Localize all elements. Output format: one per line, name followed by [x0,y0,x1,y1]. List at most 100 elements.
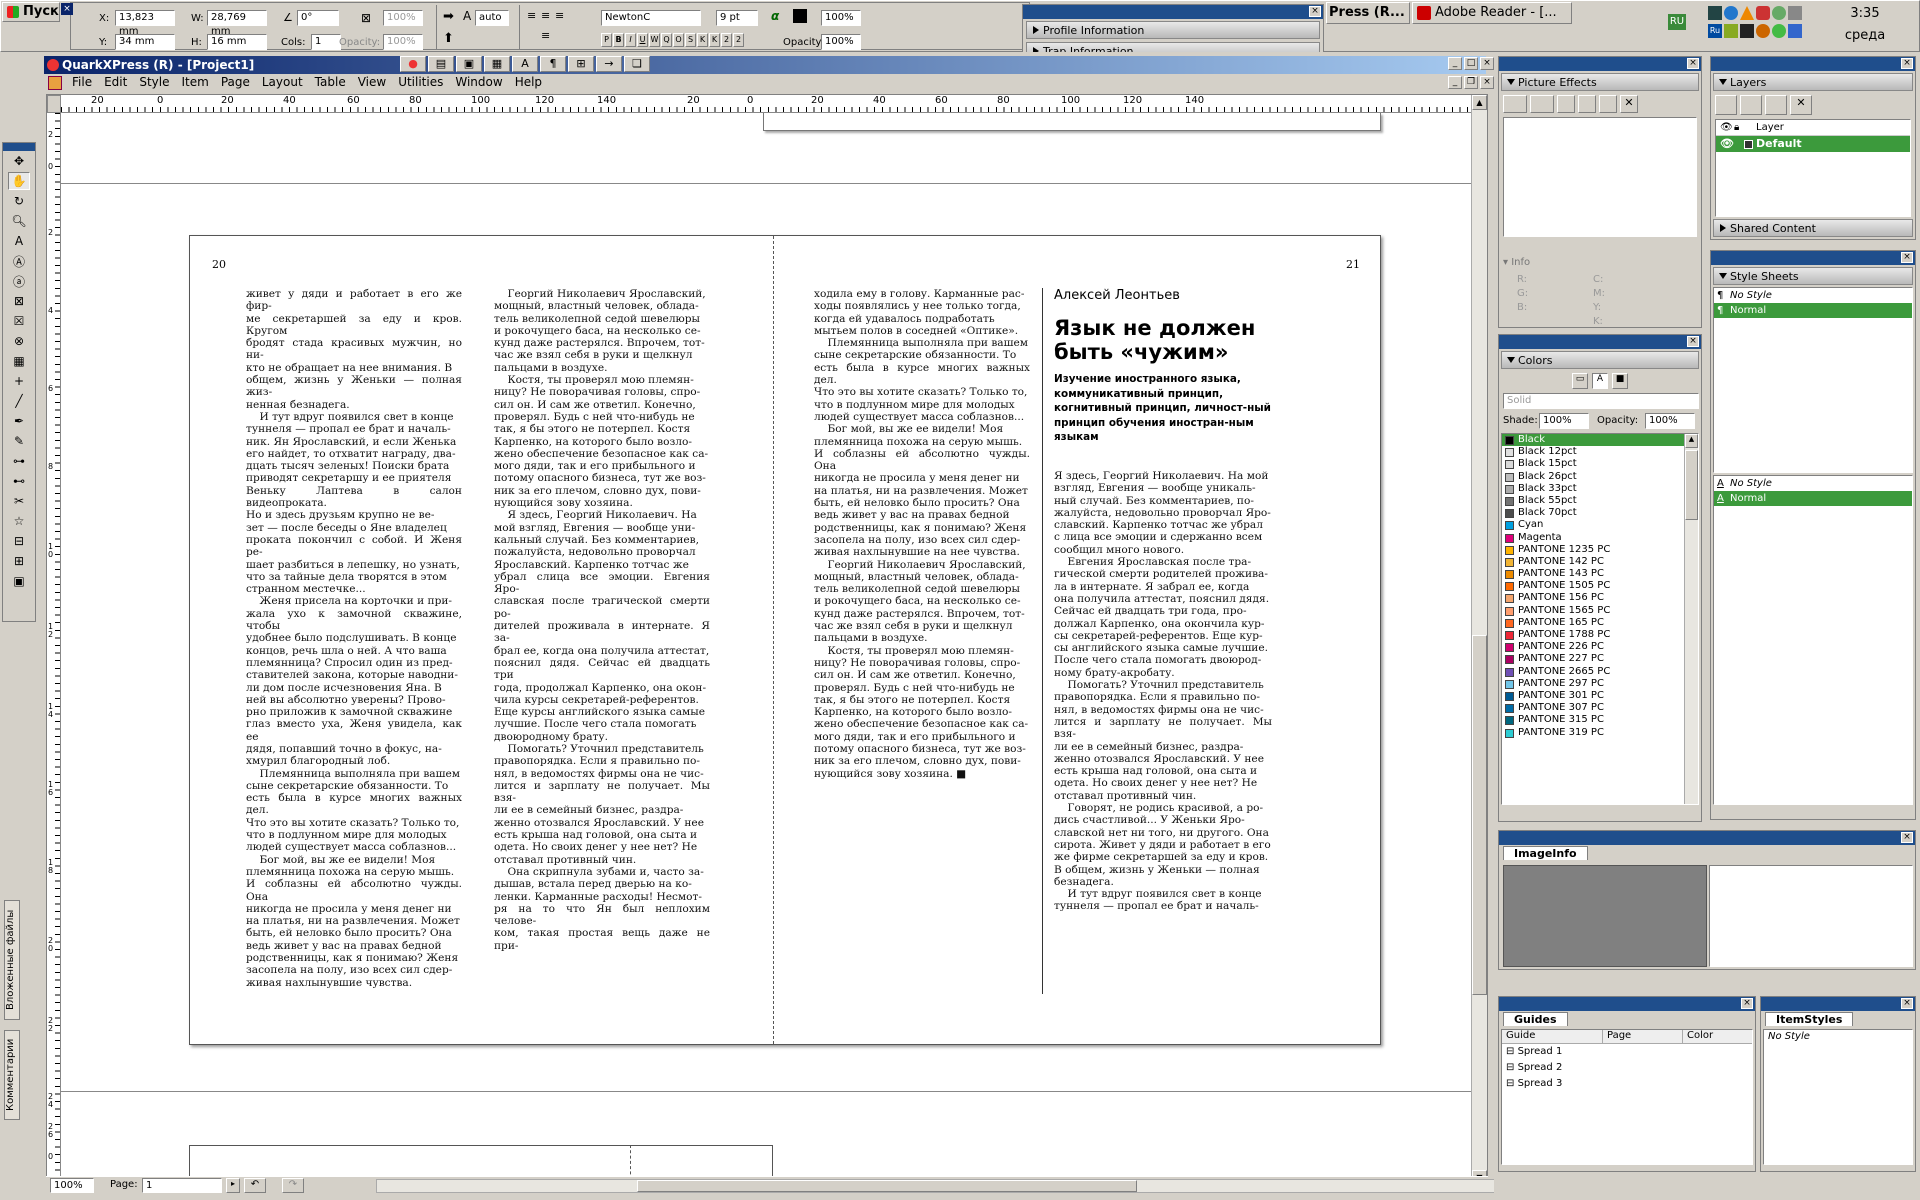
style-row-selected[interactable]: ¶ Normal [1714,303,1912,318]
bezier-tool-icon[interactable]: ✒ [8,412,30,430]
style-word-underline-button[interactable]: W [649,33,660,47]
tray-icon[interactable] [1724,6,1738,20]
align-left-icon[interactable]: ≡ [527,9,536,22]
style-shadow-button[interactable]: S [685,33,696,47]
visible-icon[interactable]: 👁︎ [1720,136,1734,152]
redo-icon[interactable]: ↷ [282,1178,304,1193]
color-row[interactable]: PANTONE 307 PC [1502,702,1698,714]
tray-icon[interactable] [1724,24,1738,38]
color-row[interactable]: Black 12pct [1502,446,1698,458]
tray-icon[interactable] [1708,6,1722,20]
menu-item[interactable]: Item [175,74,214,92]
scroll-up-button[interactable]: ▲ [1472,95,1487,110]
color-row[interactable]: PANTONE 1505 PC [1502,580,1698,592]
undo-icon[interactable]: ↶ [244,1178,266,1193]
pan-tool-icon[interactable]: ⊞ [8,552,30,570]
close-icon[interactable]: × [1687,58,1699,69]
color-row[interactable]: Black 55pct [1502,495,1698,507]
effect-icon[interactable] [1503,95,1527,113]
text-column-right-2[interactable]: Я здесь, Георгий Николаевич. На мой взгл… [1054,470,1272,913]
style-plain-button[interactable]: P [601,33,612,47]
image-tool-icon[interactable]: ▣ [8,572,30,590]
style-outline-button[interactable]: O [673,33,684,47]
style-superscript-button[interactable]: 2 [721,33,732,47]
cols-field[interactable]: 1 [311,34,341,50]
tray-lang-icon[interactable]: Ru [1708,24,1722,38]
imageinfo-tab[interactable]: ImageInfo [1503,846,1588,860]
color-row[interactable]: PANTONE 315 PC [1502,714,1698,726]
style-subscript-button[interactable]: 2 [733,33,744,47]
paragraph-icon[interactable]: ¶ [540,56,566,72]
scroll-up-button[interactable]: ▲ [1685,434,1698,448]
colors-list[interactable]: Black Black 12pct Black 15pct Black 26pct Bl… [1501,433,1699,805]
color-row[interactable]: PANTONE 165 PC [1502,617,1698,629]
color-row[interactable]: PANTONE 2665 PC [1502,666,1698,678]
menu-window[interactable]: Window [449,74,508,92]
menu-utilities[interactable]: Utilities [392,74,449,92]
horizontal-scroll-thumb[interactable] [637,1180,1137,1192]
close-icon[interactable]: × [1901,252,1913,263]
color-mode-select[interactable]: Solid [1503,393,1699,409]
text-column-left-1[interactable]: живет у дяди и работает в его же фир- ме… [246,288,462,989]
char-style-row[interactable]: A No Style [1714,476,1912,491]
scroll-thumb[interactable] [1472,635,1487,995]
color-row[interactable]: Black 15pct [1502,458,1698,470]
task-adobe-reader[interactable]: Adobe Reader - [... [1412,2,1572,24]
shared-content-section[interactable]: Shared Content [1713,219,1913,237]
paste-icon[interactable] [1578,95,1596,113]
opacity-field-1[interactable]: 100% [383,10,423,26]
table-icon[interactable]: ▦ [484,56,510,72]
close-icon[interactable]: × [1901,998,1913,1009]
color-row[interactable]: PANTONE 1235 PC [1502,544,1698,556]
text-column-right-1[interactable]: ходила ему в голову. Карманные рас- ходы… [814,288,1030,780]
character-styles-list[interactable]: A No Style A Normal [1713,475,1913,805]
style-bold-button[interactable]: B [613,33,624,47]
tray-icon[interactable] [1788,6,1802,20]
color-row[interactable]: PANTONE 1788 PC [1502,629,1698,641]
tray-icon[interactable] [1772,24,1786,38]
color-row[interactable]: Cyan [1502,519,1698,531]
arrow-icon[interactable]: → [596,56,622,72]
frame-color-icon[interactable]: ▭ [1572,373,1588,389]
style-small-caps-button[interactable]: K [709,33,720,47]
freehand-tool-icon[interactable]: ✎ [8,432,30,450]
text-color-icon[interactable]: α [771,9,779,23]
paragraph-styles-list[interactable]: ¶ No Style ¶ Normal [1713,287,1913,473]
horizontal-scrollbar[interactable] [376,1179,1516,1193]
color-column[interactable]: Color [1682,1030,1732,1043]
color-row[interactable]: Black [1502,434,1698,447]
starburst-tool-icon[interactable]: ☆ [8,512,30,530]
page-field[interactable]: 1 [142,1178,222,1193]
shade-field[interactable]: 100% [1539,413,1589,429]
background-color-icon[interactable]: ■ [1612,373,1628,389]
profile-information-section[interactable]: Profile Information [1026,21,1320,39]
minimize-button[interactable]: _ [1448,57,1462,70]
opacity3-field[interactable]: 100% [821,34,861,50]
guide-row[interactable]: ⊟ Spread 1 [1502,1044,1752,1060]
task-quarkxpress[interactable]: Press (R... [1326,2,1410,24]
close-icon[interactable]: × [1901,58,1913,69]
vertical-scrollbar[interactable]: ▲ ▼ [1471,95,1487,1183]
align-justify-icon[interactable]: ≡ [541,29,550,42]
table-tool-icon[interactable]: ▦ [8,352,30,370]
horizontal-ruler[interactable]: 20 0 20 40 60 80 100 120 140 20 0 20 40 60 80 100 120 140 [61,95,1481,113]
item-tool-icon[interactable]: ✥ [8,152,30,170]
picture-box-tool-icon[interactable]: ⊠ [8,292,30,310]
vertical-ruler[interactable]: 2 0 2 4 6 8 1 0 1 2 1 4 1 6 1 8 2 0 2 2 2 4 2 6 0 [47,113,61,1183]
tool-icon[interactable]: ● [400,56,426,72]
menu-page[interactable]: Page [215,74,256,92]
scroll-thumb[interactable] [1685,450,1698,520]
orthogonal-line-tool-icon[interactable]: ╱ [8,392,30,410]
shade-field[interactable]: 100% [821,10,861,26]
menu-layout[interactable]: Layout [256,74,309,92]
style-underline-button[interactable]: U [637,33,648,47]
angle-field[interactable]: 0° [297,10,339,26]
style-italic-button[interactable]: I [625,33,636,47]
tray-icon[interactable] [1788,24,1802,38]
side-tab-comments[interactable]: Комментарии [4,1030,20,1120]
x-field[interactable]: 13,823 mm [115,10,175,37]
color-row[interactable]: Magenta [1502,532,1698,544]
menu-file[interactable]: File [66,74,98,92]
new-layer-icon[interactable] [1715,95,1737,115]
guide-column[interactable]: Guide [1502,1030,1602,1043]
